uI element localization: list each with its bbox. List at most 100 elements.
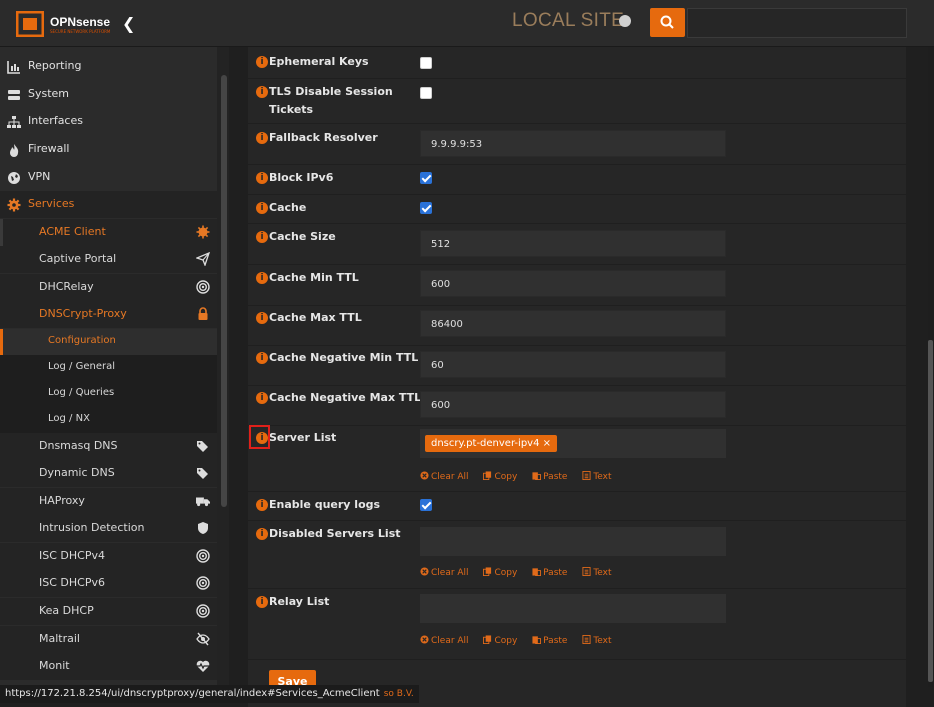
info-icon[interactable]: i [256, 172, 268, 184]
sidebar-item-interfaces[interactable]: Interfaces [0, 108, 217, 135]
sidebar-item-captive-portal[interactable]: Captive Portal [0, 246, 217, 273]
sidebar-item-label: Interfaces [28, 114, 83, 127]
sidebar-item-acme-client[interactable]: ACME Client [0, 219, 217, 246]
relay-list-tools: Clear All Copy Paste Text [420, 635, 624, 646]
sidebar-item-vpn[interactable]: VPN [0, 164, 217, 191]
info-icon[interactable]: i [256, 392, 268, 404]
sidebar-item-kea-dhcp[interactable]: Kea DHCP [0, 598, 217, 625]
sidebar-item-configuration[interactable]: Configuration [0, 329, 217, 355]
gear-icon [7, 198, 21, 212]
field-label: Cache [269, 201, 307, 214]
row-fallback-resolver: i Fallback Resolver 9.9.9.9:53 [248, 124, 906, 165]
sidebar-item-isc-dhcpv6[interactable]: ISC DHCPv6 [0, 570, 217, 597]
field-label: Relay List [269, 595, 330, 608]
brand-name[interactable]: OPNsense [50, 15, 110, 29]
cache-min-ttl-input[interactable]: 600 [420, 270, 726, 297]
sidebar-item-firewall[interactable]: Firewall [0, 136, 217, 163]
sidebar-item-label: Log / General [48, 361, 115, 372]
sidebar-item-dnscrypt-proxy[interactable]: DNSCrypt-Proxy [0, 301, 217, 328]
sidebar-item-dynamic-dns[interactable]: Dynamic DNS [0, 460, 217, 487]
cache-checkbox[interactable] [420, 202, 432, 214]
sidebar-item-label: DNSCrypt-Proxy [39, 307, 127, 320]
server-list-tools: Clear All Copy Paste Text [420, 471, 624, 482]
search-button[interactable] [650, 8, 685, 37]
info-icon[interactable]: i [256, 86, 268, 98]
sidebar-item-monit[interactable]: Monit [0, 653, 217, 680]
text-button[interactable]: Text [582, 635, 617, 646]
sidebar-item-isc-dhcpv4[interactable]: ISC DHCPv4 [0, 543, 217, 570]
ephemeral-keys-checkbox[interactable] [420, 57, 432, 69]
enable-query-logs-checkbox[interactable] [420, 499, 432, 511]
clear-all-button[interactable]: Clear All [420, 567, 475, 578]
sidebar-item-label: Services [28, 197, 75, 210]
sidebar-scrollbar-thumb[interactable] [221, 75, 227, 507]
info-icon[interactable]: i [256, 499, 268, 511]
sidebar-item-label: Dynamic DNS [39, 466, 115, 479]
sidebar-item-haproxy[interactable]: HAProxy [0, 488, 217, 515]
sidebar-item-label: Monit [39, 659, 70, 672]
info-icon[interactable]: i [256, 231, 268, 243]
sidebar-item-services[interactable]: Services [0, 191, 217, 218]
opnsense-logo-icon[interactable] [16, 11, 44, 37]
sidebar-item-label: Intrusion Detection [39, 521, 145, 534]
shield-icon [198, 522, 208, 534]
row-cache-negative-max-ttl: i Cache Negative Max TTL 600 [248, 385, 906, 426]
cache-max-ttl-input[interactable]: 86400 [420, 310, 726, 337]
info-icon[interactable]: i [256, 352, 268, 364]
copy-button[interactable]: Copy [483, 471, 523, 482]
sidebar-item-dnsmasq-dns[interactable]: Dnsmasq DNS [0, 433, 217, 460]
sidebar: Reporting System Interfaces Firewall VPN… [0, 47, 217, 687]
bullseye-icon [196, 280, 210, 294]
sidebar-item-log-queries[interactable]: Log / Queries [0, 381, 217, 407]
info-icon[interactable]: i [256, 56, 268, 68]
info-icon[interactable]: i [256, 272, 268, 284]
collapse-sidebar-icon[interactable]: ❮ [122, 14, 135, 33]
disabled-servers-input[interactable] [420, 527, 726, 556]
tags-icon [197, 468, 208, 479]
tls-disable-checkbox[interactable] [420, 87, 432, 99]
sidebar-item-label: Kea DHCP [39, 604, 94, 617]
paste-button[interactable]: Paste [532, 568, 573, 578]
info-icon[interactable]: i [256, 528, 268, 540]
block-ipv6-checkbox[interactable] [420, 172, 432, 184]
sitemap-icon [7, 116, 21, 128]
clear-all-button[interactable]: Clear All [420, 635, 475, 646]
info-icon[interactable]: i [256, 312, 268, 324]
sidebar-item-maltrail[interactable]: Maltrail [0, 626, 217, 653]
cache-negative-max-ttl-input[interactable]: 600 [420, 391, 726, 418]
server-token[interactable]: dnscry.pt-denver-ipv4 × [425, 435, 558, 452]
info-icon[interactable]: i [256, 202, 268, 214]
paste-button[interactable]: Paste [532, 472, 573, 482]
row-disabled-servers-list: i Disabled Servers List Clear All Copy P… [248, 521, 906, 589]
sidebar-item-reporting[interactable]: Reporting [0, 53, 217, 80]
copy-button[interactable]: Copy [483, 635, 523, 646]
sidebar-item-log-nx[interactable]: Log / NX [0, 407, 217, 433]
fallback-resolver-input[interactable]: 9.9.9.9:53 [420, 130, 726, 157]
field-label: Fallback Resolver [269, 131, 378, 144]
info-icon[interactable]: i [256, 596, 268, 608]
text-button[interactable]: Text [582, 567, 617, 578]
cache-size-input[interactable]: 512 [420, 230, 726, 257]
search-input[interactable] [687, 8, 907, 38]
cache-negative-min-ttl-input[interactable]: 60 [420, 351, 726, 378]
sidebar-item-log-general[interactable]: Log / General [0, 355, 217, 381]
token-remove-icon[interactable]: × [543, 438, 551, 449]
sidebar-item-label: ISC DHCPv6 [39, 576, 105, 589]
status-bar: https://172.21.8.254/ui/dnscryptproxy/ge… [0, 685, 419, 703]
clear-all-button[interactable]: Clear All [420, 471, 475, 482]
row-enable-query-logs: i Enable query logs [248, 492, 906, 521]
copy-button[interactable]: Copy [483, 567, 523, 578]
sidebar-item-label: VPN [28, 170, 51, 183]
sidebar-item-system[interactable]: System [0, 81, 217, 108]
paper-plane-icon [196, 252, 210, 266]
info-icon[interactable]: i [256, 132, 268, 144]
row-server-list: i Server List dnscry.pt-denver-ipv4 × Cl… [248, 425, 906, 492]
text-button[interactable]: Text [582, 471, 617, 482]
sidebar-item-intrusion-detection[interactable]: Intrusion Detection [0, 515, 217, 542]
page-scrollbar-thumb[interactable] [928, 340, 933, 682]
paste-button[interactable]: Paste [532, 636, 573, 646]
server-list-input[interactable]: dnscry.pt-denver-ipv4 × [420, 429, 726, 458]
bullseye-icon [196, 549, 210, 563]
sidebar-item-dhcrelay[interactable]: DHCRelay [0, 274, 217, 301]
relay-list-input[interactable] [420, 594, 726, 623]
